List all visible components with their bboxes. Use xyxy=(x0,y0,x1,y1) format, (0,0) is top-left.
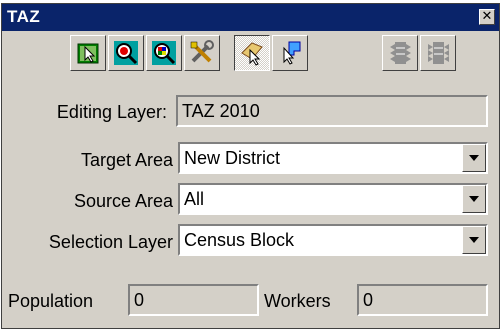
source-area-label: Source Area xyxy=(73,191,173,211)
zoom-button[interactable] xyxy=(108,35,144,71)
target-area-value: New District xyxy=(184,148,281,168)
close-button[interactable]: ✕ xyxy=(479,9,495,25)
move-down-button[interactable] xyxy=(420,35,456,71)
source-area-select[interactable]: All xyxy=(178,183,488,215)
editing-layer-field: TAZ 2010 xyxy=(176,95,488,127)
zoom-layer-icon xyxy=(152,41,176,65)
population-label: Population xyxy=(8,291,94,311)
workers-label: Workers xyxy=(264,291,331,311)
source-area-dropdown-button[interactable] xyxy=(462,185,486,213)
title-bar[interactable]: TAZ ✕ xyxy=(2,4,499,31)
stack-down-icon xyxy=(428,42,449,64)
selection-layer-label: Selection Layer xyxy=(48,232,173,252)
taz-dialog: TAZ ✕ Editing Layer: TAZ 2010 Target Are… xyxy=(1,3,500,329)
select-tool-button[interactable] xyxy=(70,35,106,71)
select-pointer-icon xyxy=(77,43,99,64)
zoom-layer-button[interactable] xyxy=(146,35,182,71)
workers-field: 0 xyxy=(357,284,488,316)
selection-layer-select[interactable]: Census Block xyxy=(178,224,488,256)
target-area-label: Target Area xyxy=(80,150,173,170)
shape-select-button[interactable] xyxy=(272,35,308,71)
pointer-shape-icon xyxy=(283,41,301,65)
stack-up-icon xyxy=(390,42,411,64)
hand-tool-button[interactable] xyxy=(234,35,270,71)
editing-layer-label: Editing Layer: xyxy=(56,102,167,122)
population-field: 0 xyxy=(128,284,259,316)
target-area-dropdown-button[interactable] xyxy=(462,144,486,172)
toolbar xyxy=(2,35,499,75)
zoom-search-icon xyxy=(114,41,138,65)
move-up-button[interactable] xyxy=(382,35,418,71)
tools-icon xyxy=(190,40,214,63)
target-area-select[interactable]: New District xyxy=(178,142,488,174)
selection-layer-dropdown-button[interactable] xyxy=(462,226,486,254)
hand-pointer-icon xyxy=(241,42,263,66)
chevron-down-icon xyxy=(469,196,479,202)
source-area-value: All xyxy=(184,189,205,209)
tools-button[interactable] xyxy=(184,35,220,71)
window-title: TAZ xyxy=(7,7,41,26)
chevron-down-icon xyxy=(469,237,479,243)
selection-layer-value: Census Block xyxy=(184,230,295,250)
chevron-down-icon xyxy=(469,155,479,161)
